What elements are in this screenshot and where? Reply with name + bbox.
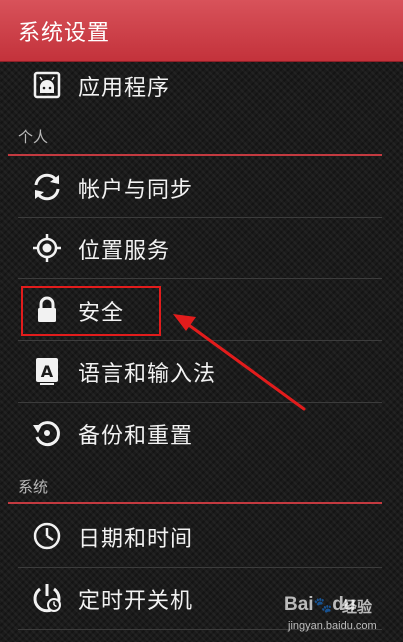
section-divider <box>8 502 382 504</box>
location-icon <box>30 231 64 265</box>
section-header-system: 系统 <box>18 478 49 496</box>
watermark-brand-cn: 经验 <box>342 598 373 616</box>
settings-item-language-input[interactable]: A 语言和输入法 <box>18 341 382 401</box>
apps-icon <box>30 68 64 102</box>
highlight-box <box>21 286 161 336</box>
settings-item-accounts-sync[interactable]: 帐户与同步 <box>18 157 382 217</box>
power-schedule-icon <box>30 581 64 615</box>
baidu-watermark: Bai🐾du 经验 jingyan.baidu.com <box>284 592 396 638</box>
watermark-url: jingyan.baidu.com <box>288 620 377 632</box>
keyboard-icon: A <box>30 354 64 388</box>
settings-item-label: 日期和时间 <box>78 527 194 552</box>
settings-item-label: 应用程序 <box>78 76 171 101</box>
settings-item-label: 语言和输入法 <box>78 362 217 387</box>
section-divider <box>8 154 382 156</box>
settings-item-label: 定时开关机 <box>78 589 194 614</box>
settings-item-label: 位置服务 <box>78 239 171 264</box>
title-bar: 系统设置 <box>0 0 403 62</box>
settings-item-apps[interactable]: 应用程序 <box>18 55 382 115</box>
list-divider <box>18 278 382 279</box>
settings-item-location[interactable]: 位置服务 <box>18 218 382 278</box>
settings-item-date-time[interactable]: 日期和时间 <box>18 506 382 566</box>
settings-item-label: 备份和重置 <box>78 424 194 449</box>
svg-text:A: A <box>41 362 54 381</box>
settings-item-label: 帐户与同步 <box>78 178 194 203</box>
sync-icon <box>30 170 64 204</box>
settings-item-backup-reset[interactable]: 备份和重置 <box>18 403 382 463</box>
section-header-personal: 个人 <box>18 128 49 146</box>
paw-icon: 🐾 <box>313 597 333 614</box>
page-title: 系统设置 <box>18 21 111 46</box>
clock-icon <box>30 519 64 553</box>
backup-restore-icon <box>30 416 64 450</box>
